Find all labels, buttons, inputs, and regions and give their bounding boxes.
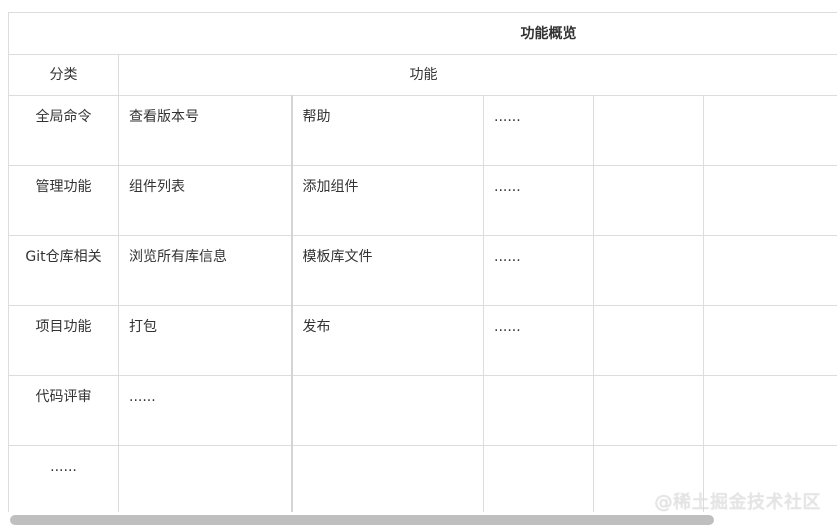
empty-cell: [702, 375, 837, 446]
row-category: 代码评审: [8, 375, 119, 446]
row-feature-2: 发布: [291, 305, 484, 376]
header-category: 分类: [8, 54, 119, 96]
feature-overview-table: 功能概览 分类 功能 全局命令 查看版本号 帮助 ...... 管理功能 组件列…: [8, 12, 837, 512]
row-feature-3: ......: [483, 235, 594, 306]
row-feature-1: 浏览所有库信息: [118, 235, 293, 306]
table-row: 代码评审 ......: [8, 375, 837, 446]
empty-cell: [702, 235, 837, 306]
header-features: 功能: [117, 54, 837, 96]
row-feature-2: [291, 445, 484, 512]
row-feature-3: [483, 445, 594, 512]
empty-cell: [593, 235, 704, 306]
row-feature-3: ......: [483, 165, 594, 236]
row-feature-1: 打包: [118, 305, 293, 376]
row-feature-3: ......: [483, 95, 594, 166]
empty-cell: [702, 95, 837, 166]
row-feature-1: 查看版本号: [118, 95, 293, 166]
row-feature-1: [118, 445, 293, 512]
horizontal-scrollbar-thumb[interactable]: [10, 515, 714, 525]
empty-cell: [593, 305, 704, 376]
empty-cell: [593, 165, 704, 236]
table-title: 功能概览: [8, 12, 837, 55]
row-feature-2: 模板库文件: [291, 235, 484, 306]
row-feature-2: 帮助: [291, 95, 484, 166]
table-container: 功能概览 分类 功能 全局命令 查看版本号 帮助 ...... 管理功能 组件列…: [8, 12, 837, 512]
row-category: 全局命令: [8, 95, 119, 166]
row-category: 管理功能: [8, 165, 119, 236]
empty-cell: [593, 375, 704, 446]
row-category: ......: [8, 445, 119, 512]
empty-cell: [702, 165, 837, 236]
table-row: 管理功能 组件列表 添加组件 ......: [8, 165, 837, 236]
title-row: 功能概览: [8, 12, 837, 55]
header-row: 分类 功能: [8, 54, 837, 96]
row-feature-1: 组件列表: [118, 165, 293, 236]
row-feature-1: ......: [118, 375, 293, 446]
row-feature-3: [483, 375, 594, 446]
table-row: Git仓库相关 浏览所有库信息 模板库文件 ......: [8, 235, 837, 306]
table-row: 全局命令 查看版本号 帮助 ......: [8, 95, 837, 166]
row-feature-2: 添加组件: [291, 165, 484, 236]
row-feature-2: [291, 375, 484, 446]
empty-cell: [593, 95, 704, 166]
table-row: 项目功能 打包 发布 ......: [8, 305, 837, 376]
site-watermark: @稀土掘金技术社区: [654, 492, 821, 513]
row-category: Git仓库相关: [8, 235, 119, 306]
row-category: 项目功能: [8, 305, 119, 376]
empty-cell: [702, 305, 837, 376]
row-feature-3: ......: [483, 305, 594, 376]
